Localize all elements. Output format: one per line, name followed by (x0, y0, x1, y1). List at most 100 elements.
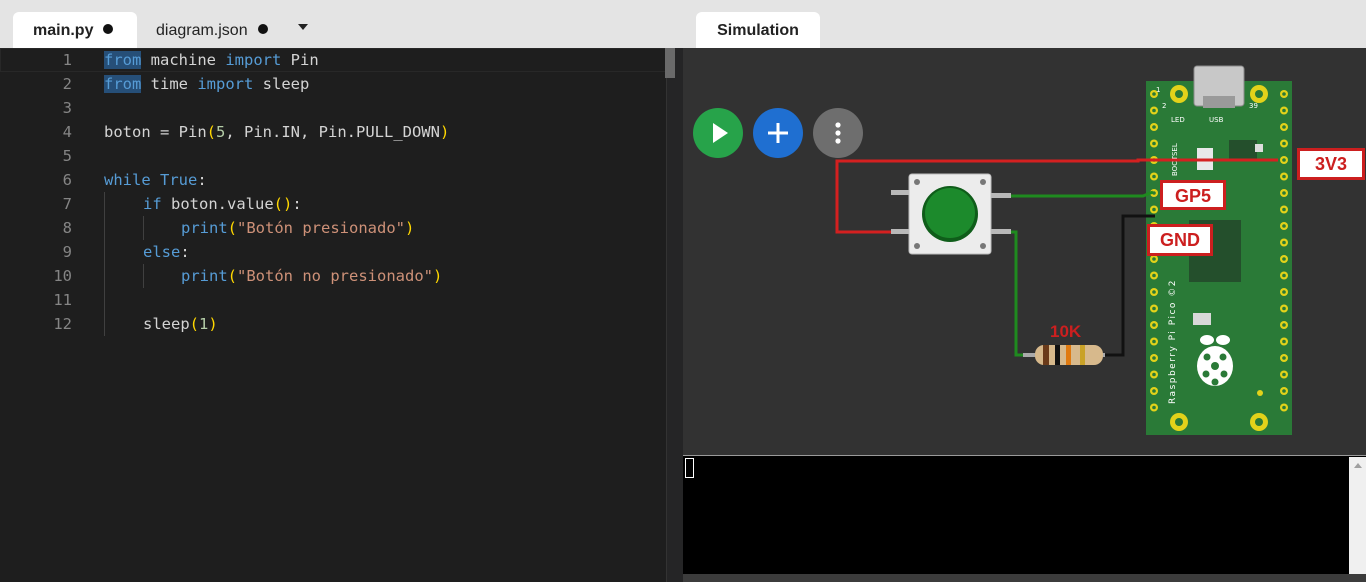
board-silkscreen: Raspberry Pi Pico ©2 (1168, 279, 1178, 404)
code-line: 8 print("Botón presionado") (0, 216, 666, 240)
play-icon (713, 123, 728, 143)
line-number: 6 (62, 171, 72, 189)
start-simulation-button[interactable] (693, 108, 743, 158)
pin-1-label: 1 (1156, 86, 1160, 94)
gpio-pin-hole (1282, 174, 1286, 179)
gpio-pin-hole (1152, 125, 1156, 129)
code-line: 7 if boton.value(): (0, 192, 666, 216)
plus-icon (768, 123, 788, 143)
gpio-pin-hole (1282, 141, 1286, 146)
line-number: 1 (62, 51, 72, 69)
code-text: boton = Pin(5, Pin.IN, Pin.PULL_DOWN) (104, 123, 450, 141)
code-line: 1 from machine import Pin (0, 48, 666, 72)
line-number: 8 (62, 219, 72, 237)
gpio-pin-hole (1152, 257, 1156, 261)
gpio-pin-hole (1152, 290, 1156, 294)
code-text: print("Botón no presionado") (181, 267, 443, 285)
gpio-pin-hole (1152, 207, 1156, 212)
code-line: 4 boton = Pin(5, Pin.IN, Pin.PULL_DOWN) (0, 120, 666, 144)
line-number: 7 (62, 195, 72, 213)
line-number: 4 (62, 123, 72, 141)
line-number: 2 (62, 75, 72, 93)
gpio-pin-hole (1152, 273, 1156, 278)
line-number: 5 (62, 147, 72, 165)
code-line: 6 while True: (0, 168, 666, 192)
gpio-pin-hole (1282, 158, 1286, 162)
gpio-pin-hole (1282, 273, 1286, 278)
gpio-pin-hole (1152, 372, 1156, 377)
gpio-pin-hole (1152, 405, 1156, 410)
pin-39-label: 39 (1249, 102, 1258, 110)
gpio-pin-hole (1282, 405, 1286, 410)
gpio-pin-hole (1282, 323, 1286, 327)
simulation-tab-bar: Simulation (683, 0, 1366, 48)
gpio-pin-hole (1282, 92, 1286, 96)
gpio-pin-hole (1152, 174, 1156, 179)
line-number: 10 (53, 267, 72, 285)
gpio-pin-hole (1282, 372, 1286, 377)
line-number: 12 (53, 315, 72, 333)
code-line: 9 else: (0, 240, 666, 264)
label-gnd: GND (1147, 224, 1213, 256)
code-line: 5 (0, 144, 666, 168)
code-line: 3 (0, 96, 666, 120)
unsaved-dot-icon (103, 24, 114, 34)
more-options-button[interactable] (813, 108, 863, 158)
gpio-pin-hole (1152, 306, 1156, 311)
tab-label: main.py (33, 22, 94, 39)
code-line: 2 from time import sleep (0, 72, 666, 96)
code-text: from machine import Pin (104, 51, 319, 69)
tab-menu-chevron-down-icon[interactable] (298, 24, 308, 30)
code-text: if boton.value(): (143, 195, 302, 213)
editor-scroll-thumb[interactable] (665, 48, 675, 78)
gpio-pin-hole (1152, 389, 1156, 393)
scroll-up-arrow-icon[interactable] (1354, 463, 1362, 468)
code-text: print("Botón presionado") (181, 219, 415, 237)
gpio-pin-hole (1152, 108, 1156, 113)
tab-diagram-json[interactable]: diagram.json (136, 12, 286, 48)
code-area[interactable]: 1 from machine import Pin 2 from time im… (0, 48, 666, 582)
code-text: sleep(1) (143, 315, 218, 333)
pushbutton[interactable] (891, 173, 1011, 255)
gpio-pin-hole (1282, 240, 1286, 245)
code-text: from time import sleep (104, 75, 310, 93)
label-3v3: 3V3 (1297, 148, 1365, 180)
code-text: else: (143, 243, 190, 261)
editor-scrollbar[interactable] (666, 48, 683, 582)
tab-main-py[interactable]: main.py (13, 12, 137, 48)
gpio-pin-hole (1152, 356, 1156, 360)
line-number: 3 (62, 99, 72, 117)
gpio-pin-hole (1282, 356, 1286, 360)
console-scrollbar[interactable] (1349, 457, 1366, 574)
serial-monitor[interactable] (683, 456, 1366, 582)
gpio-pin-hole (1282, 306, 1286, 311)
gpio-pin-hole (1152, 323, 1156, 327)
gpio-pin-hole (1152, 339, 1156, 344)
code-editor-pane: main.py diagram.json 1 from machine impo… (0, 0, 683, 582)
label-gp5: GP5 (1160, 180, 1226, 210)
add-part-button[interactable] (753, 108, 803, 158)
gpio-pin-hole (1282, 207, 1286, 212)
line-number: 11 (53, 291, 72, 309)
editor-tab-bar: main.py diagram.json (0, 0, 683, 48)
simulation-pane: Simulation 1 2 39 LED USB BOOTSEL Raspbe… (683, 0, 1366, 582)
wire-gp5[interactable] (989, 190, 1154, 198)
console-status-bar (683, 574, 1366, 582)
tab-simulation[interactable]: Simulation (696, 12, 820, 48)
wire-button-to-resistor[interactable] (989, 230, 1033, 357)
terminal-cursor (685, 458, 694, 478)
code-text: while True: (104, 171, 207, 189)
gpio-pin-hole (1282, 224, 1286, 228)
resistor[interactable] (1023, 345, 1105, 365)
unsaved-dot-icon (257, 24, 268, 34)
gpio-pin-hole (1152, 141, 1156, 146)
pin-2-label: 2 (1162, 102, 1166, 110)
simulation-canvas[interactable]: 1 2 39 LED USB BOOTSEL Raspberry Pi Pico… (683, 48, 1366, 456)
gpio-pin-hole (1282, 191, 1286, 195)
kebab-menu-icon (835, 122, 841, 144)
gpio-pin-hole (1282, 389, 1286, 393)
code-line: 11 (0, 288, 666, 312)
gpio-pin-hole (1282, 290, 1286, 294)
led-label: LED (1171, 116, 1185, 124)
usb-label: USB (1209, 116, 1224, 124)
